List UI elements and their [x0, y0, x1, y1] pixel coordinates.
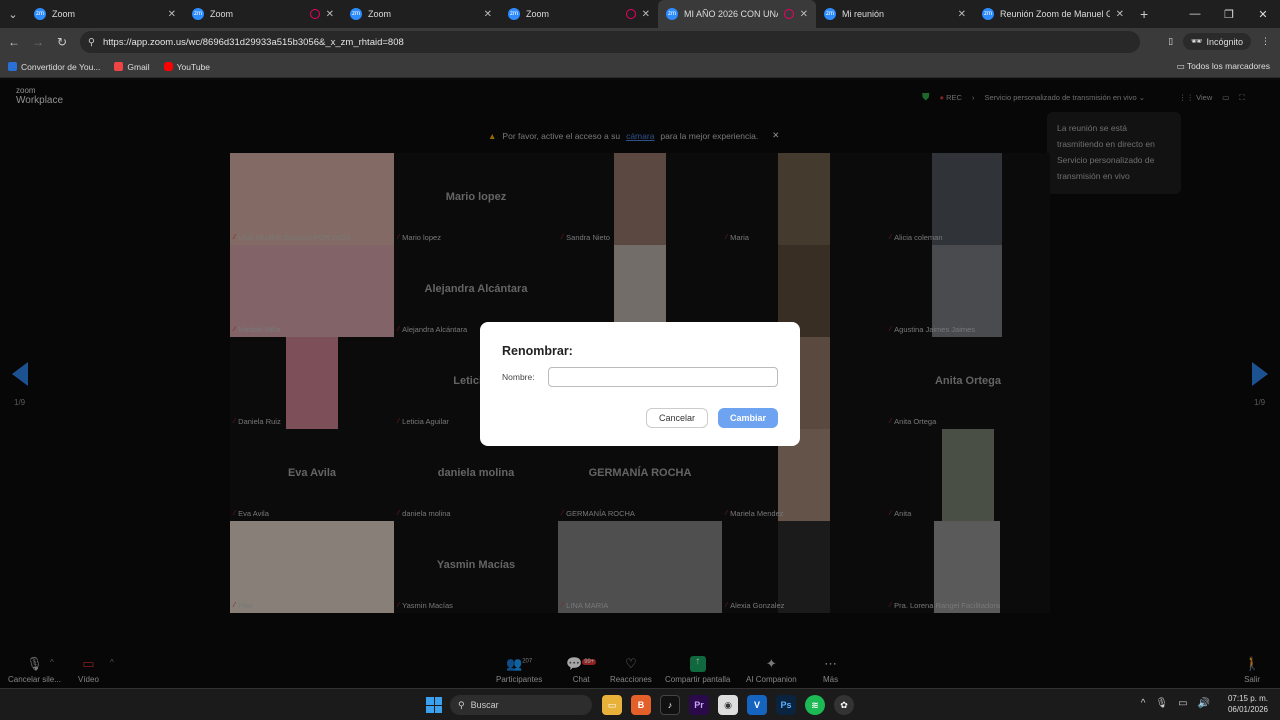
search-icon: ⚲ — [458, 699, 465, 710]
bookmark-youtube[interactable]: YouTube — [163, 61, 210, 72]
close-tab-icon[interactable]: ✕ — [642, 9, 650, 20]
browser-tab[interactable]: zm Reunión Zoom de Manuel Gut ✕ — [974, 0, 1132, 28]
bookmark-favicon-icon — [8, 62, 17, 71]
gmail-icon — [114, 62, 124, 71]
bookmark-gmail[interactable]: Gmail — [114, 61, 150, 72]
recording-icon — [783, 9, 794, 19]
zoom-favicon-icon: zm — [824, 8, 836, 20]
zoom-favicon-icon: zm — [982, 8, 994, 20]
premiere-icon[interactable]: Pr — [689, 695, 709, 715]
close-tab-icon[interactable]: ✕ — [168, 9, 176, 20]
youtube-icon — [163, 62, 173, 71]
clock-date: 06/01/2026 — [1227, 705, 1268, 714]
cancel-button[interactable]: Cancelar — [645, 408, 708, 428]
incognito-icon: 🕶 — [1191, 36, 1203, 46]
minimize-button[interactable]: — — [1178, 0, 1212, 28]
tray-chevron-icon[interactable]: ^ — [1141, 698, 1146, 709]
tray-volume-icon[interactable]: 🔊 — [1198, 698, 1210, 709]
bookmark-label: YouTube — [176, 61, 210, 72]
bookmarks-bar: Convertidor de You... Gmail YouTube ▭ To… — [0, 56, 1280, 78]
taskbar-apps: ▭ B ♪ Pr ◉ V Ps ≋ ✿ — [602, 695, 854, 715]
site-info-icon[interactable]: ⚲ — [88, 37, 95, 48]
chatgpt-icon[interactable]: ✿ — [834, 695, 854, 715]
close-tab-icon[interactable]: ✕ — [958, 9, 966, 20]
brave-icon[interactable]: B — [631, 695, 651, 715]
all-bookmarks-label: Todos los marcadores — [1186, 61, 1270, 71]
taskbar-search[interactable]: ⚲ Buscar — [450, 695, 592, 715]
tab-title: Zoom — [210, 9, 234, 19]
rename-dialog: Renombrar: Nombre: Cancelar Cambiar — [480, 322, 800, 446]
new-tab-button[interactable]: + — [1140, 6, 1148, 22]
restore-button[interactable]: ❐ — [1212, 0, 1246, 28]
bookmark-label: Convertidor de You... — [21, 61, 101, 72]
window-controls: — ❐ ✕ — [1178, 0, 1280, 28]
browser-tab[interactable]: zm MI AÑO 2026 CON UNA M ✕ — [658, 0, 816, 28]
browser-toolbar: ← → ↻ ⚲ https://app.zoom.us/wc/8696d31d2… — [0, 28, 1280, 56]
browser-tab-bar: ⌄ zm Zoom ✕ zm Zoom ✕ zm Zoom ✕ zm Zoom ✕ zm MI AÑO 2… — [0, 0, 1280, 28]
close-tab-icon[interactable]: ✕ — [484, 9, 492, 20]
browser-tab[interactable]: zm Mi reunión ✕ — [816, 0, 974, 28]
close-tab-icon[interactable]: ✕ — [800, 9, 808, 20]
url-text: https://app.zoom.us/wc/8696d31d29933a515… — [102, 36, 404, 48]
tab-title: MI AÑO 2026 CON UNA M — [684, 9, 778, 19]
dialog-title: Renombrar: — [502, 344, 573, 358]
incognito-badge[interactable]: 🕶 Incógnito — [1183, 33, 1251, 50]
chrome-icon[interactable]: ◉ — [718, 695, 738, 715]
windows-taskbar: ⚲ Buscar ▭ B ♪ Pr ◉ V Ps ≋ ✿ ^ 🎙 ▭ 🔊 07:1… — [0, 688, 1280, 720]
tab-title: Zoom — [368, 9, 392, 19]
forward-button[interactable]: → — [26, 35, 50, 49]
close-window-button[interactable]: ✕ — [1246, 0, 1280, 28]
browser-tab[interactable]: zm Zoom ✕ — [500, 0, 658, 28]
browser-tab[interactable]: zm Zoom ✕ — [184, 0, 342, 28]
file-explorer-icon[interactable]: ▭ — [602, 695, 622, 715]
tab-title: Mi reunión — [842, 9, 885, 19]
tiktok-icon[interactable]: ♪ — [660, 695, 680, 715]
name-field-label: Nombre: — [502, 372, 535, 382]
address-bar[interactable]: ⚲ https://app.zoom.us/wc/8696d31d29933a5… — [80, 31, 1140, 53]
bookmark-label: Gmail — [127, 61, 150, 72]
zoom-favicon-icon: zm — [508, 8, 520, 20]
system-tray: ^ 🎙 ▭ 🔊 — [1141, 698, 1210, 709]
recording-icon — [309, 9, 320, 19]
zoom-favicon-icon: zm — [34, 8, 46, 20]
spotify-icon[interactable]: ≋ — [805, 695, 825, 715]
recording-icon — [625, 9, 636, 19]
tab-search-menu-button[interactable]: ⌄ — [0, 0, 26, 28]
name-input[interactable] — [547, 367, 778, 387]
taskbar-clock[interactable]: 07:15 p. m. 06/01/2026 — [1228, 693, 1268, 715]
change-button[interactable]: Cambiar — [717, 408, 778, 428]
clock-time: 07:15 p. m. — [1227, 694, 1268, 703]
browser-menu-icon[interactable]: ⋮ — [1261, 36, 1270, 47]
browser-tab[interactable]: zm Zoom ✕ — [342, 0, 500, 28]
tray-mic-icon[interactable]: 🎙 — [1155, 698, 1168, 709]
search-label: Buscar — [470, 700, 499, 710]
zoom-favicon-icon: zm — [350, 8, 362, 20]
back-button[interactable]: ← — [2, 35, 26, 49]
visual-studio-icon[interactable]: V — [747, 695, 767, 715]
all-bookmarks-button[interactable]: ▭ Todos los marcadores — [1177, 61, 1270, 72]
bookmark-convertidor[interactable]: Convertidor de You... — [8, 62, 100, 72]
close-tab-icon[interactable]: ✕ — [326, 9, 334, 20]
tab-title: Zoom — [52, 9, 76, 19]
tray-display-icon[interactable]: ▭ — [1178, 698, 1187, 709]
close-tab-icon[interactable]: ✕ — [1116, 9, 1124, 20]
windows-start-icon[interactable] — [426, 697, 442, 713]
photoshop-icon[interactable]: Ps — [776, 695, 796, 715]
zoom-favicon-icon: zm — [666, 8, 678, 20]
side-panel-icon[interactable]: ▯ — [1168, 36, 1173, 47]
tab-title: Zoom — [526, 9, 550, 19]
incognito-label: Incógnito — [1206, 36, 1243, 47]
reload-button[interactable]: ↻ — [50, 35, 74, 49]
browser-tab[interactable]: zm Zoom ✕ — [26, 0, 184, 28]
tab-title: Reunión Zoom de Manuel Gut — [1000, 9, 1110, 19]
zoom-favicon-icon: zm — [192, 8, 204, 20]
